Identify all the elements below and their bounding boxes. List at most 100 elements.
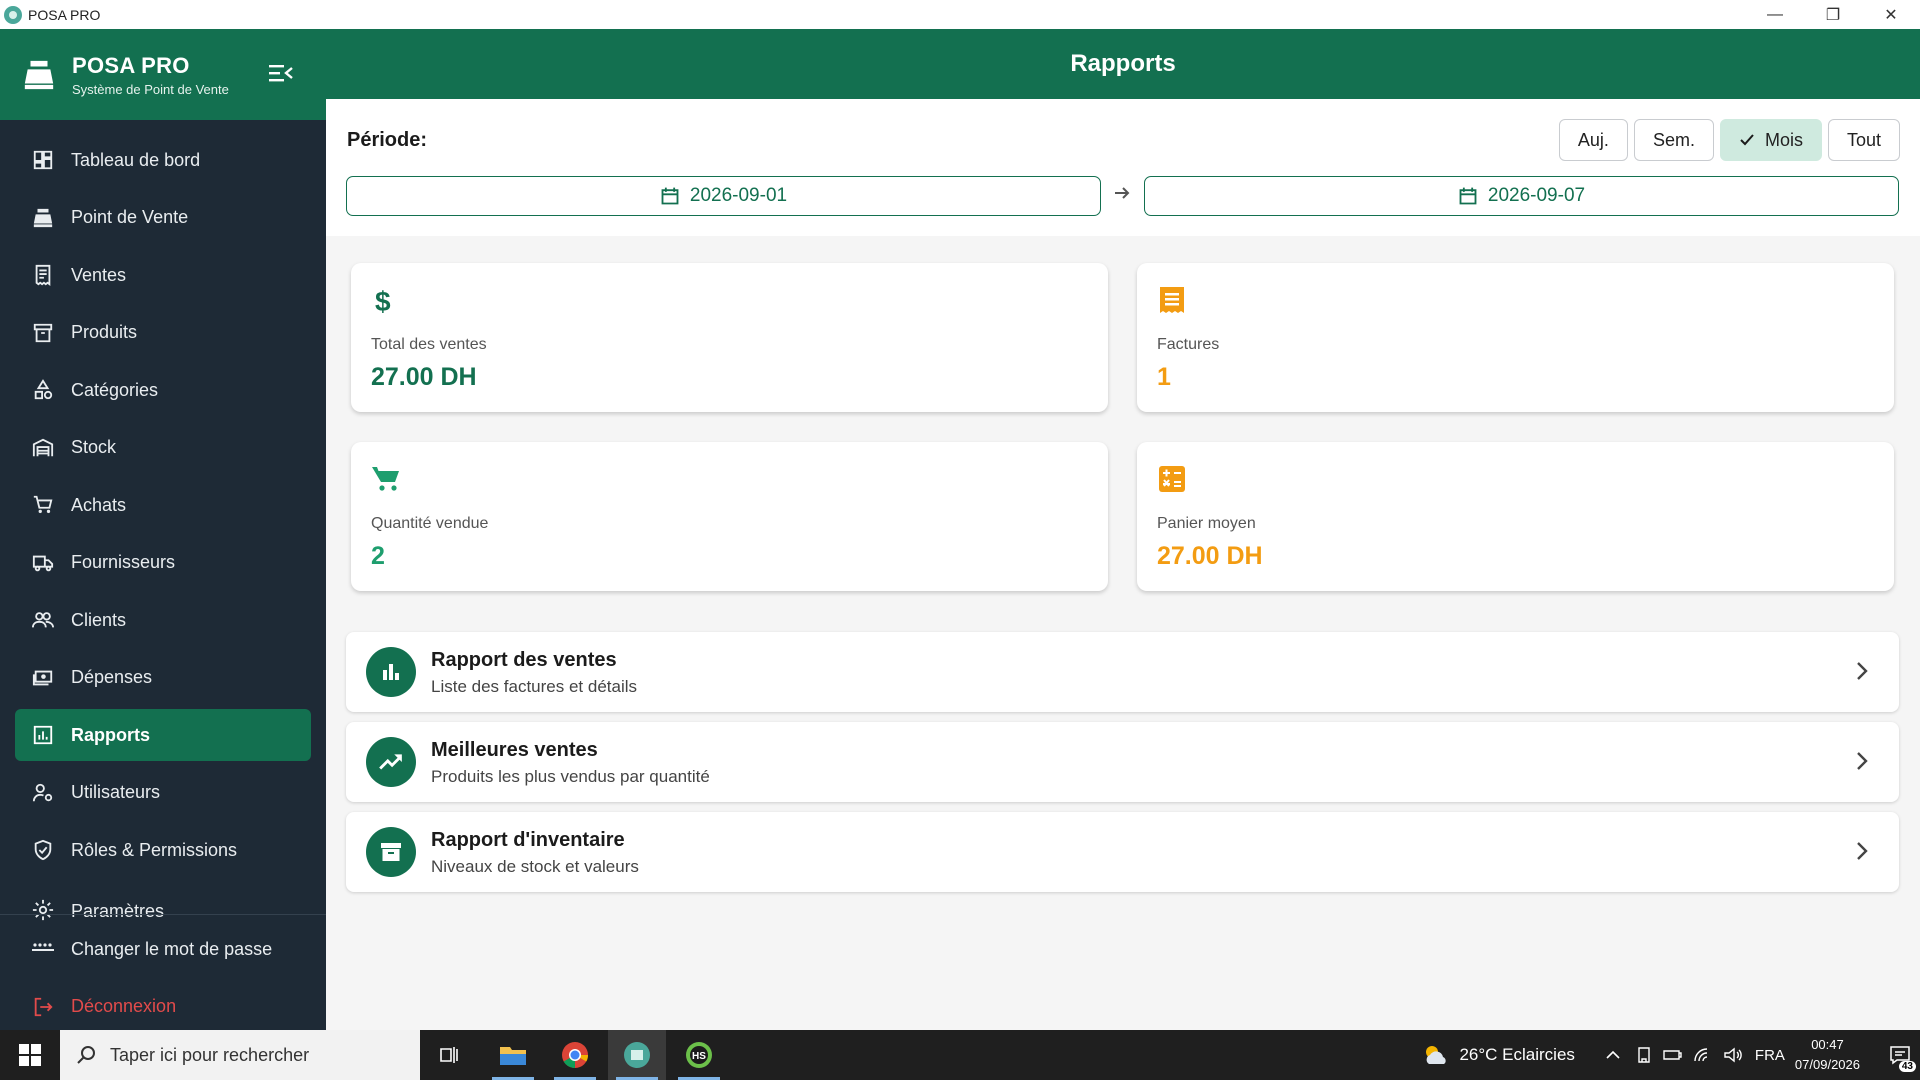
hs-app-icon[interactable]: HS	[670, 1030, 728, 1080]
sidebar-item-label: Paramètres	[71, 900, 165, 921]
period-chips: Auj. Sem. Mois Tout	[1558, 119, 1900, 161]
archive-icon	[31, 321, 55, 345]
date-from-value: 2026-09-01	[689, 185, 788, 206]
sidebar-item-ventes[interactable]: Ventes	[15, 249, 311, 301]
file-explorer-icon[interactable]	[484, 1030, 542, 1080]
chevron-up-icon[interactable]	[1605, 1047, 1621, 1063]
sidebar-item-roles-permissions[interactable]: Rôles & Permissions	[15, 824, 311, 876]
stat-label: Total des ventes	[371, 336, 487, 353]
restore-button[interactable]: ❐	[1804, 0, 1862, 29]
logout-icon	[31, 995, 55, 1019]
brand-title: POSA PRO	[72, 52, 190, 78]
cash-register-icon	[31, 206, 55, 230]
chip-week[interactable]: Sem.	[1633, 119, 1714, 161]
sidebar-item-depenses[interactable]: Dépenses	[15, 652, 311, 704]
logout-button[interactable]: Déconnexion	[15, 981, 311, 1033]
date-to-value: 2026-09-07	[1487, 185, 1586, 206]
stat-value: 2	[371, 542, 385, 570]
start-button[interactable]	[0, 1030, 60, 1080]
stat-card-quantity-sold: Quantité vendue 2	[351, 442, 1108, 591]
date-to-picker[interactable]: 2026-09-07	[1144, 176, 1899, 216]
period-filter: Période: Auj. Sem. Mois Tout 2026-09-01 …	[326, 99, 1920, 236]
sidebar-item-rapports[interactable]: Rapports	[15, 709, 311, 761]
taskbar-search[interactable]: Taper ici pour rechercher	[60, 1030, 420, 1080]
sidebar-item-clients[interactable]: Clients	[15, 594, 311, 646]
chip-label: Tout	[1846, 129, 1881, 150]
dollar-icon: $	[375, 286, 391, 315]
sidebar-item-achats[interactable]: Achats	[15, 479, 311, 531]
trending-up-icon	[366, 737, 416, 787]
receipt-icon	[1160, 287, 1184, 313]
report-subtitle: Niveaux de stock et valeurs	[431, 857, 639, 876]
report-title: Meilleures ventes	[431, 739, 598, 761]
svg-text:HS: HS	[692, 1051, 706, 1062]
sidebar-item-tableau-de-bord[interactable]: Tableau de bord	[15, 134, 311, 186]
menu-collapse-icon[interactable]	[268, 62, 294, 84]
minimize-button[interactable]: —	[1746, 0, 1804, 29]
sidebar-item-produits[interactable]: Produits	[15, 307, 311, 359]
weather-partly-cloudy-icon	[1426, 1046, 1447, 1064]
window-controls: — ❐ ✕	[1746, 0, 1920, 29]
chip-label: Sem.	[1652, 129, 1695, 150]
change-password-button[interactable]: Changer le mot de passe	[15, 923, 311, 975]
stat-card-invoices: Factures 1	[1137, 263, 1894, 412]
system-tray: 26°C Eclaircies FRA 00:47 07/09/2026 43	[1421, 1030, 1920, 1080]
weather-text: 26°C Eclaircies	[1459, 1045, 1575, 1064]
report-row-inventory[interactable]: Rapport d'inventaire Niveaux de stock et…	[346, 812, 1899, 892]
report-icon	[31, 723, 55, 747]
chevron-right-icon	[1857, 752, 1868, 770]
sidebar-item-parametres[interactable]: Paramètres	[15, 882, 311, 922]
stat-value: 27.00 DH	[371, 363, 477, 391]
chip-all[interactable]: Tout	[1827, 119, 1900, 161]
language-indicator[interactable]: FRA	[1755, 1047, 1785, 1064]
sidebar-item-label: Utilisateurs	[71, 782, 161, 802]
receipt-icon	[31, 263, 55, 287]
chrome-icon[interactable]	[546, 1030, 604, 1080]
chip-today[interactable]: Auj.	[1558, 119, 1628, 161]
stat-label: Quantité vendue	[371, 515, 489, 532]
sidebar-nav: Tableau de bord Point de Vente Ventes Pr…	[0, 120, 326, 922]
meet-icon[interactable]	[1635, 1046, 1653, 1064]
notification-center-button[interactable]: 43	[1880, 1030, 1920, 1080]
truck-icon	[31, 551, 55, 575]
sidebar-item-label: Produits	[71, 322, 138, 342]
date-from-picker[interactable]: 2026-09-01	[346, 176, 1101, 216]
sidebar-item-categories[interactable]: Catégories	[15, 364, 311, 416]
stat-label: Factures	[1157, 336, 1220, 353]
svg-text:$: $	[375, 286, 391, 315]
sidebar-item-utilisateurs[interactable]: Utilisateurs	[15, 767, 311, 819]
app-logo-icon	[4, 5, 22, 24]
chevron-right-icon	[1857, 842, 1868, 860]
report-subtitle: Produits les plus vendus par quantité	[431, 767, 710, 786]
report-row-best-sellers[interactable]: Meilleures ventes Produits les plus vend…	[346, 722, 1899, 802]
search-placeholder: Taper ici pour rechercher	[110, 1044, 310, 1065]
task-view-icon[interactable]	[420, 1030, 478, 1080]
posa-pro-icon[interactable]	[608, 1030, 666, 1080]
period-label: Période:	[347, 129, 428, 151]
sidebar-item-point-de-vente[interactable]: Point de Vente	[15, 192, 311, 244]
sidebar: POSA PRO Système de Point de Vente Table…	[0, 29, 326, 1030]
report-subtitle: Liste des factures et détails	[431, 677, 638, 696]
sidebar-item-fournisseurs[interactable]: Fournisseurs	[15, 537, 311, 589]
clock-date: 07/09/2026	[1794, 1057, 1860, 1072]
close-button[interactable]: ✕	[1862, 0, 1920, 29]
shield-icon	[31, 838, 55, 862]
stat-value: 27.00 DH	[1157, 542, 1263, 570]
password-icon	[31, 937, 55, 961]
weather-widget[interactable]: 26°C Eclaircies	[1421, 1042, 1575, 1068]
dashboard-icon	[31, 148, 55, 172]
battery-icon[interactable]	[1663, 1047, 1683, 1063]
archive-icon	[366, 827, 416, 877]
sidebar-item-label: Fournisseurs	[71, 552, 176, 572]
clock[interactable]: 00:47 07/09/2026	[1795, 1035, 1860, 1075]
report-row-sales[interactable]: Rapport des ventes Liste des factures et…	[346, 632, 1899, 712]
wifi-icon[interactable]	[1693, 1047, 1713, 1063]
chip-month[interactable]: Mois	[1719, 119, 1822, 161]
sidebar-item-label: Point de Vente	[71, 207, 189, 227]
sidebar-bottom: Changer le mot de passe Déconnexion	[0, 923, 326, 1038]
sidebar-item-label: Ventes	[71, 264, 127, 285]
stat-label: Panier moyen	[1157, 515, 1256, 532]
calculator-icon	[1159, 466, 1185, 492]
volume-icon[interactable]	[1723, 1047, 1743, 1063]
sidebar-item-stock[interactable]: Stock	[15, 422, 311, 474]
